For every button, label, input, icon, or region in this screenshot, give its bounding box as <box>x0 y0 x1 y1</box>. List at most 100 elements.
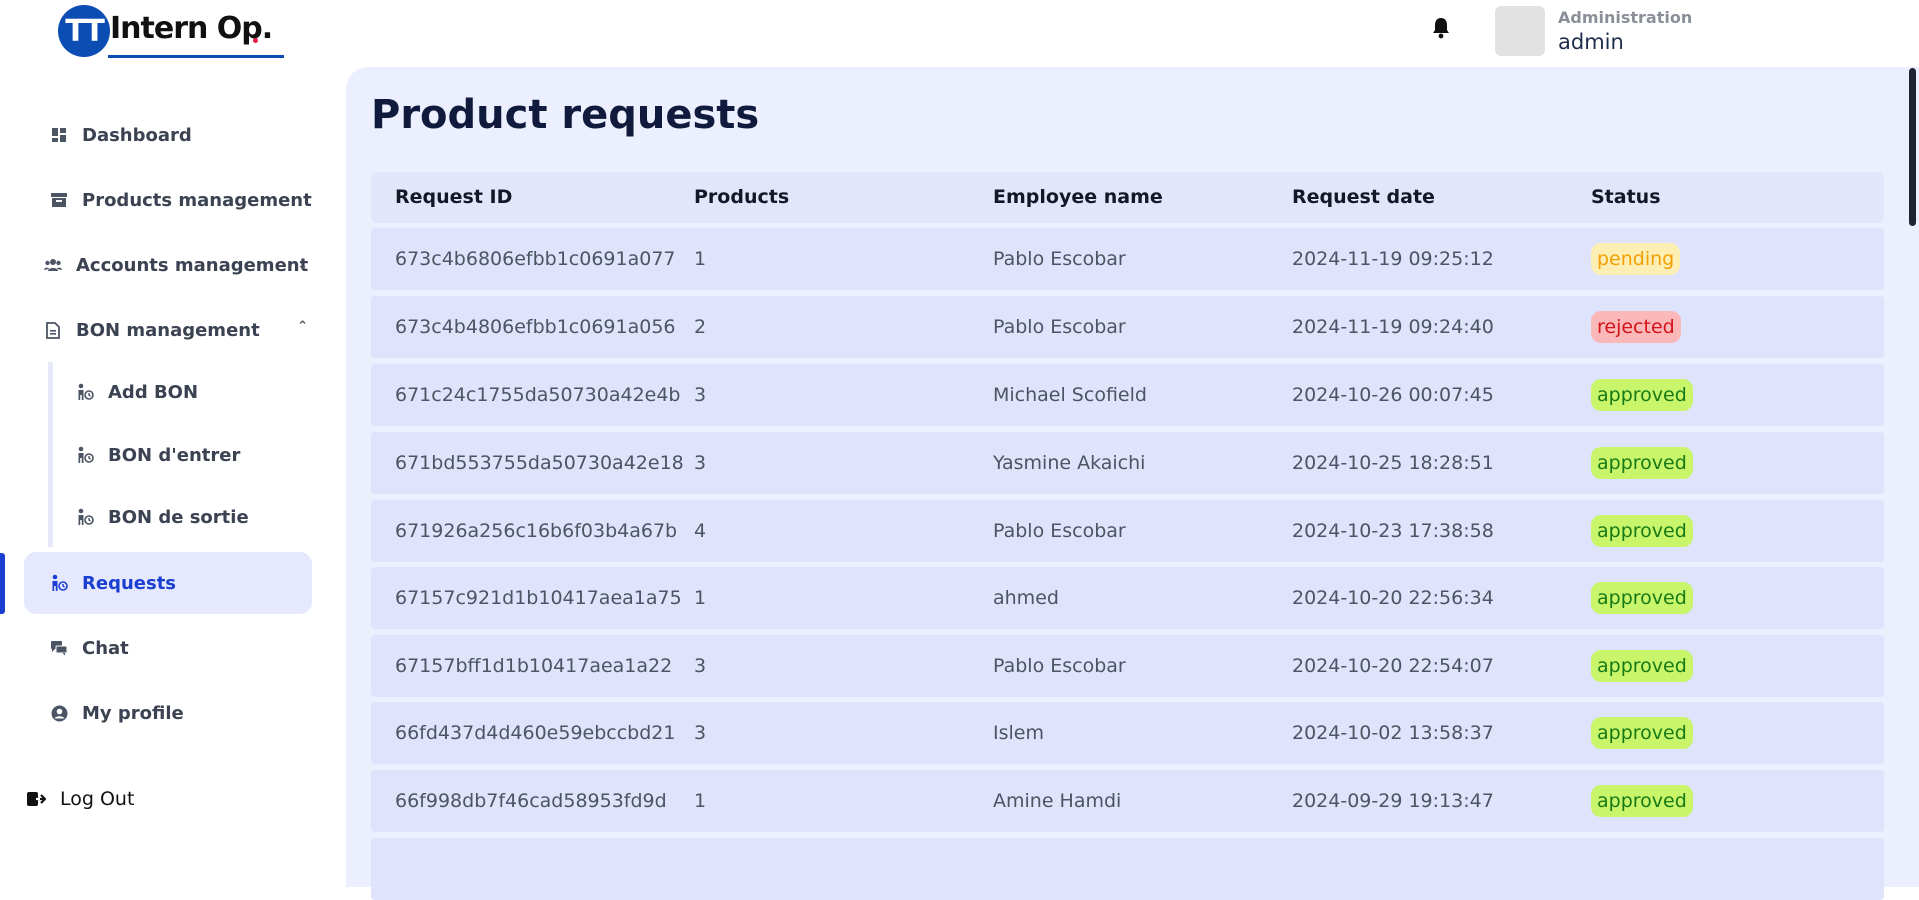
table-row[interactable]: 671c24c1755da50730a42e4b 3 Michael Scofi… <box>371 364 1884 426</box>
submenu-indent-line <box>48 362 53 547</box>
products-cell: 3 <box>694 655 707 677</box>
request-id-cell: 66f998db7f46cad58953fd9d <box>395 790 667 812</box>
request-id-cell: 67157bff1d1b10417aea1a22 <box>395 655 673 677</box>
table-row[interactable]: 671926a256c16b6f03b4a67b 4 Pablo Escobar… <box>371 500 1884 562</box>
sidebar-subitem-bon-sortie[interactable]: BON de sortie <box>76 497 249 537</box>
request-id-cell: 67157c921d1b10417aea1a75 <box>395 587 682 609</box>
logout-button[interactable]: Log Out <box>26 788 134 810</box>
request-id-cell: 671c24c1755da50730a42e4b <box>395 384 681 406</box>
logo-mark: TT <box>58 5 110 57</box>
request-id-cell: 66fd437d4d460e59ebccbd21 <box>395 722 676 744</box>
bell-icon[interactable] <box>1431 17 1451 39</box>
request-id-cell: 673c4b6806efbb1c0691a077 <box>395 248 676 270</box>
scrollbar-thumb[interactable] <box>1909 68 1916 226</box>
sidebar-item-my-profile[interactable]: My profile <box>24 682 312 744</box>
employee-cell: Yasmine Akaichi <box>993 452 1146 474</box>
employee-cell: Islem <box>993 722 1044 744</box>
sidebar-item-chat[interactable]: Chat <box>24 617 312 679</box>
column-header-status[interactable]: Status <box>1591 172 1661 223</box>
chat-icon <box>50 639 68 657</box>
sidebar-item-label: Chat <box>82 637 129 659</box>
logo-dot <box>253 38 258 43</box>
status-badge: approved <box>1591 379 1693 411</box>
table-row[interactable]: 671bd553755da50730a42e18 3 Yasmine Akaic… <box>371 432 1884 494</box>
column-header-employee-name[interactable]: Employee name <box>993 172 1163 223</box>
archive-icon <box>50 191 68 209</box>
date-cell: 2024-10-20 22:54:07 <box>1292 655 1494 677</box>
sidebar-item-label: Dashboard <box>82 124 192 146</box>
sidebar-subitem-bon-entrer[interactable]: BON d'entrer <box>76 435 240 475</box>
chevron-down-icon: ⌄ <box>297 257 308 273</box>
sidebar-subitem-label: Add BON <box>108 381 199 403</box>
date-cell: 2024-10-02 13:58:37 <box>1292 722 1494 744</box>
sidebar-item-products-management[interactable]: Products management <box>24 169 312 231</box>
table-row[interactable]: 66f998db7f46cad58953fd9d 1 Amine Hamdi 2… <box>371 770 1884 832</box>
app-logo[interactable]: TT Intern Op. <box>58 5 286 59</box>
table-row[interactable] <box>371 838 1884 900</box>
sidebar-item-label: My profile <box>82 702 184 724</box>
chevron-up-icon: ⌃ <box>297 319 308 334</box>
products-cell: 1 <box>694 248 707 270</box>
employee-cell: Pablo Escobar <box>993 248 1126 270</box>
sidebar-item-label: Accounts management <box>76 254 309 276</box>
table-row[interactable]: 67157bff1d1b10417aea1a22 3 Pablo Escobar… <box>371 635 1884 697</box>
dashboard-icon <box>50 126 68 144</box>
person-request-icon <box>76 383 94 401</box>
column-header-products[interactable]: Products <box>694 172 789 223</box>
person-request-icon <box>76 446 94 464</box>
table-row[interactable]: 66fd437d4d460e59ebccbd21 3 Islem 2024-10… <box>371 702 1884 764</box>
table-row[interactable]: 673c4b6806efbb1c0691a077 1 Pablo Escobar… <box>371 228 1884 290</box>
sidebar-item-label: Requests <box>82 572 177 594</box>
table-header: Request ID Products Employee name Reques… <box>371 172 1884 223</box>
table-row[interactable]: 67157c921d1b10417aea1a75 1 ahmed 2024-10… <box>371 567 1884 629</box>
sidebar-item-accounts-management[interactable]: Accounts management ⌄ <box>24 234 312 296</box>
date-cell: 2024-11-19 09:25:12 <box>1292 248 1494 270</box>
products-cell: 4 <box>694 520 707 542</box>
logo-underline <box>108 55 284 58</box>
sidebar-item-label: Products management <box>82 189 312 211</box>
employee-cell: Pablo Escobar <box>993 655 1126 677</box>
date-cell: 2024-10-26 00:07:45 <box>1292 384 1494 406</box>
document-icon <box>44 321 62 339</box>
column-header-request-date[interactable]: Request date <box>1292 172 1435 223</box>
date-cell: 2024-10-20 22:56:34 <box>1292 587 1494 609</box>
logout-icon <box>26 789 46 809</box>
users-icon <box>44 256 62 274</box>
status-badge: approved <box>1591 717 1693 749</box>
status-badge: approved <box>1591 650 1693 682</box>
user-role: Administration <box>1558 8 1693 27</box>
request-id-cell: 671926a256c16b6f03b4a67b <box>395 520 678 542</box>
products-cell: 1 <box>694 587 707 609</box>
status-badge: approved <box>1591 582 1693 614</box>
request-id-cell: 671bd553755da50730a42e18 <box>395 452 684 474</box>
products-cell: 2 <box>694 316 707 338</box>
status-badge: approved <box>1591 515 1693 547</box>
date-cell: 2024-09-29 19:13:47 <box>1292 790 1494 812</box>
person-request-icon <box>50 574 68 592</box>
sidebar-item-dashboard[interactable]: Dashboard <box>24 104 312 166</box>
column-header-request-id[interactable]: Request ID <box>395 172 512 223</box>
table-row[interactable]: 673c4b4806efbb1c0691a056 2 Pablo Escobar… <box>371 296 1884 358</box>
date-cell: 2024-11-19 09:24:40 <box>1292 316 1494 338</box>
user-name: admin <box>1558 30 1624 54</box>
employee-cell: Pablo Escobar <box>993 316 1126 338</box>
date-cell: 2024-10-23 17:38:58 <box>1292 520 1494 542</box>
employee-cell: Michael Scofield <box>993 384 1147 406</box>
employee-cell: Pablo Escobar <box>993 520 1126 542</box>
avatar[interactable] <box>1495 6 1545 56</box>
status-badge: rejected <box>1591 311 1681 343</box>
request-id-cell: 673c4b4806efbb1c0691a056 <box>395 316 676 338</box>
products-cell: 3 <box>694 452 707 474</box>
sidebar-subitem-add-bon[interactable]: Add BON <box>76 372 198 412</box>
person-request-icon <box>76 508 94 526</box>
employee-cell: ahmed <box>993 587 1059 609</box>
products-cell: 3 <box>694 722 707 744</box>
sidebar-item-label: BON management <box>76 319 260 341</box>
logout-label: Log Out <box>60 788 135 810</box>
products-cell: 3 <box>694 384 707 406</box>
sidebar-item-bon-management[interactable]: BON management ⌃ <box>24 299 312 361</box>
user-circle-icon <box>50 704 68 722</box>
sidebar-item-requests[interactable]: Requests <box>24 552 312 614</box>
status-badge: approved <box>1591 785 1693 817</box>
sidebar-subitem-label: BON de sortie <box>108 506 249 528</box>
